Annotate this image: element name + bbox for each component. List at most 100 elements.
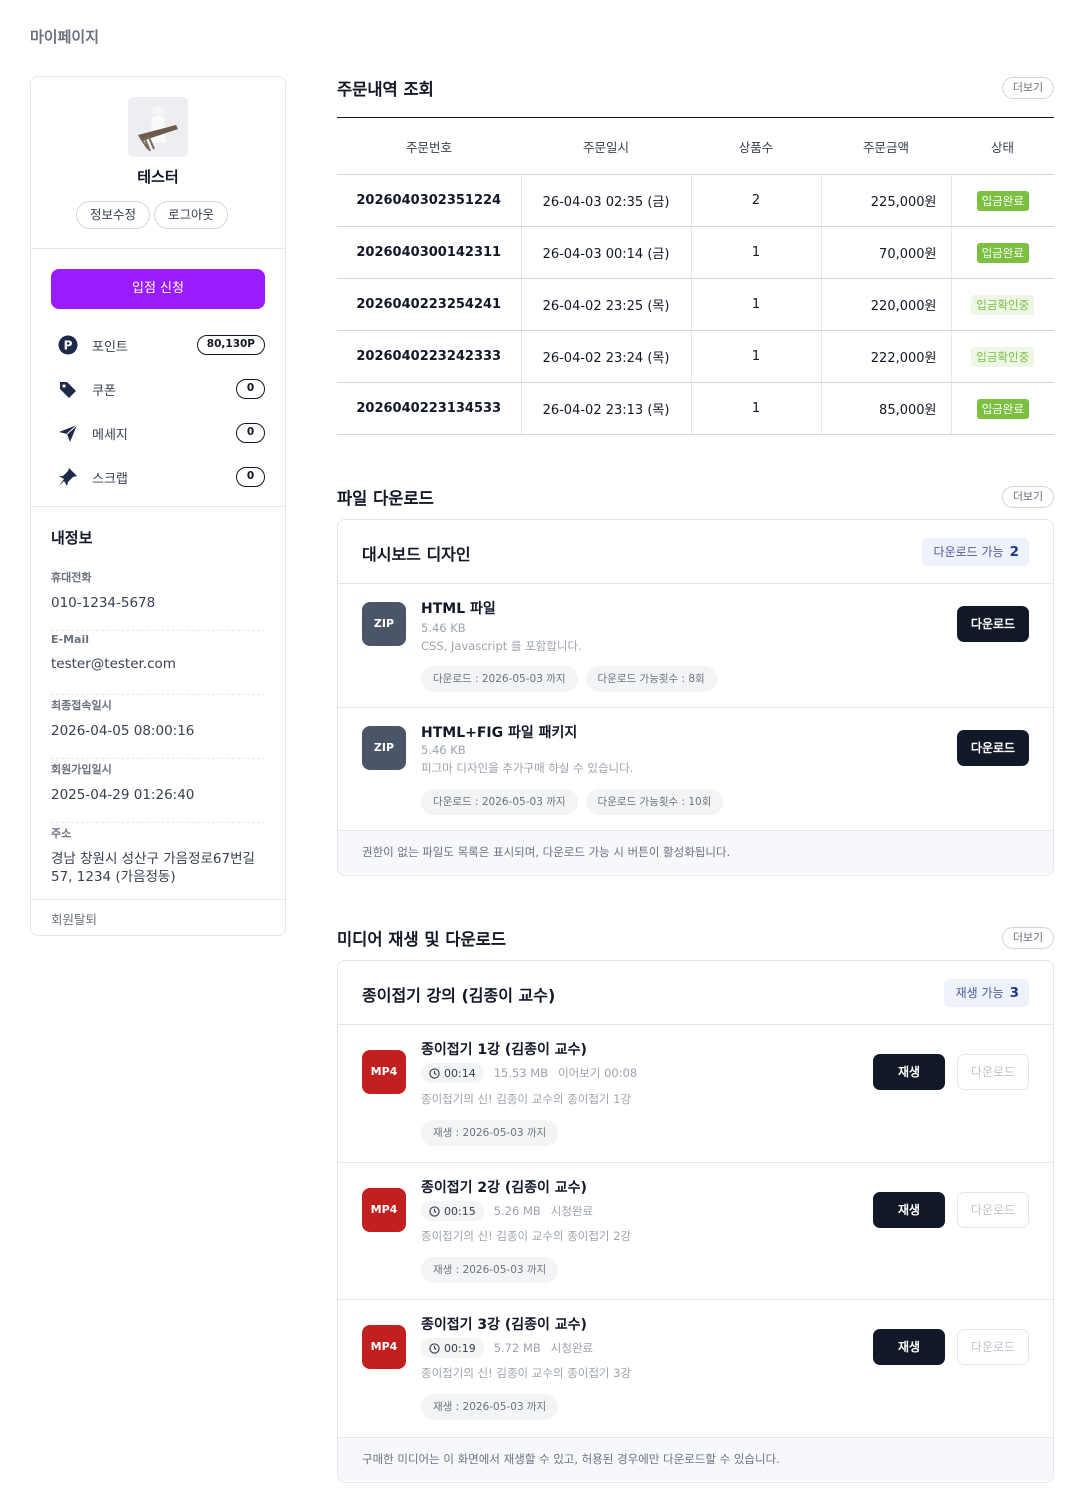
file-item: ZIP HTML+FIG 파일 패키지 5.46 KB 피그마 디자인을 추가구… bbox=[338, 708, 1053, 831]
order-status: 입금확인중 bbox=[950, 278, 1054, 331]
order-row[interactable]: 2026040223254241 26-04-02 23:25 (목) 1 220,0… bbox=[337, 278, 1054, 331]
media-title: 미디어 재생 및 다운로드 bbox=[337, 930, 507, 949]
download-count-tag: 다운로드 가능횟수 : 10회 bbox=[585, 789, 724, 815]
order-amount: 70,000원 bbox=[820, 226, 951, 279]
duration-pill: 00:15 bbox=[421, 1201, 484, 1221]
duration-pill: 00:14 bbox=[421, 1063, 484, 1083]
media-download-button[interactable]: 다운로드 bbox=[957, 1192, 1029, 1228]
order-date: 26-04-02 23:13 (목) bbox=[520, 382, 691, 435]
svg-text:P: P bbox=[64, 339, 73, 353]
media-state: 시청완료 bbox=[550, 1341, 594, 1355]
menu-item-message[interactable]: 메세지 0 bbox=[51, 411, 265, 455]
scrap-count: 0 bbox=[236, 467, 265, 487]
media-state: 이어보기 00:08 bbox=[558, 1066, 638, 1080]
logout-button[interactable]: 로그아웃 bbox=[154, 201, 229, 229]
download-button[interactable]: 다운로드 bbox=[957, 606, 1029, 642]
media-desc: 종이접기의 신! 김종이 교수의 종이접기 2강 bbox=[421, 1229, 632, 1243]
play-expiry-tag: 재생 : 2026-05-03 까지 bbox=[421, 1394, 559, 1420]
media-card: 종이접기 강의 (김종이 교수) 재생 가능 3 MP4 종이접기 1강 (김종이… bbox=[337, 960, 1054, 1483]
download-button[interactable]: 다운로드 bbox=[957, 730, 1029, 766]
play-available-badge: 재생 가능 3 bbox=[943, 979, 1029, 1007]
files-more-button[interactable]: 더보기 bbox=[1002, 486, 1054, 508]
file-name: HTML 파일 bbox=[421, 601, 496, 617]
media-size: 15.53 MB bbox=[493, 1066, 549, 1080]
download-expiry-tag: 다운로드 : 2026-05-03 까지 bbox=[421, 789, 578, 815]
clock-icon bbox=[429, 1342, 440, 1354]
menu-item-coupon[interactable]: 쿠폰 0 bbox=[51, 367, 265, 411]
menu-list: P 포인트 80,130P 쿠폰 0 메세지 0 스크랩 0 bbox=[51, 323, 265, 499]
sidebar: 테스터 정보수정 로그아웃 입점 신청 P 포인트 80,130P 쿠폰 0 메… bbox=[30, 76, 286, 936]
info-joined: 회원가입일시 2025-04-29 01:26:40 bbox=[51, 759, 265, 823]
media-size: 5.26 MB bbox=[493, 1204, 541, 1218]
order-qty: 1 bbox=[690, 330, 821, 383]
media-desc: 종이접기의 신! 김종이 교수의 종이접기 1강 bbox=[421, 1092, 632, 1106]
media-name: 종이접기 3강 (김종이 교수) bbox=[421, 1317, 587, 1333]
order-number: 2026040302351224 bbox=[337, 174, 521, 227]
file-size: 5.46 KB bbox=[421, 743, 466, 757]
point-count: 80,130P bbox=[196, 335, 265, 355]
order-number: 2026040223242333 bbox=[337, 330, 521, 383]
play-button[interactable]: 재생 bbox=[873, 1329, 945, 1365]
order-row[interactable]: 2026040300142311 26-04-03 00:14 (금) 1 70,00… bbox=[337, 226, 1054, 279]
order-status: 입금완료 bbox=[950, 174, 1054, 227]
order-row[interactable]: 2026040223242333 26-04-02 23:24 (목) 1 222,0… bbox=[337, 330, 1054, 383]
col-order-date: 주문일시 bbox=[521, 117, 691, 175]
play-button[interactable]: 재생 bbox=[873, 1054, 945, 1090]
orders-table: 주문번호 주문일시 상품수 주문금액 상태 2026040302351224 26… bbox=[337, 117, 1054, 435]
order-amount: 222,000원 bbox=[820, 330, 951, 383]
col-qty: 상품수 bbox=[691, 117, 821, 175]
order-row[interactable]: 2026040223134533 26-04-02 23:13 (목) 1 85,00… bbox=[337, 382, 1054, 435]
download-available-badge: 다운로드 가능 2 bbox=[921, 538, 1029, 566]
info-phone: 휴대전화 010-1234-5678 bbox=[51, 567, 265, 631]
apply-store-button[interactable]: 입점 신청 bbox=[51, 269, 265, 309]
order-date: 26-04-03 00:14 (금) bbox=[520, 226, 691, 279]
info-last-login: 최종접속일시 2026-04-05 08:00:16 bbox=[51, 695, 265, 759]
status-badge: 입금확인중 bbox=[971, 294, 1035, 315]
order-status: 입금완료 bbox=[950, 226, 1054, 279]
play-expiry-tag: 재생 : 2026-05-03 까지 bbox=[421, 1120, 559, 1146]
file-item: ZIP HTML 파일 5.46 KB CSS, Javascript 를 포함… bbox=[338, 584, 1053, 708]
media-item: MP4 종이접기 2강 (김종이 교수) 00:15 5.26 MB 시청완료 … bbox=[338, 1163, 1053, 1300]
play-expiry-tag: 재생 : 2026-05-03 까지 bbox=[421, 1257, 559, 1283]
clock-icon bbox=[429, 1067, 440, 1079]
order-status: 입금완료 bbox=[950, 382, 1054, 435]
order-date: 26-04-03 02:35 (금) bbox=[520, 174, 691, 227]
orders-title: 주문내역 조회 bbox=[337, 80, 434, 99]
play-button[interactable]: 재생 bbox=[873, 1192, 945, 1228]
order-date: 26-04-02 23:25 (목) bbox=[520, 278, 691, 331]
mp4-icon: MP4 bbox=[362, 1188, 406, 1232]
withdraw-link[interactable]: 회원탈퇴 bbox=[51, 909, 97, 928]
media-name: 종이접기 1강 (김종이 교수) bbox=[421, 1042, 587, 1058]
orders-header-row: 주문번호 주문일시 상품수 주문금액 상태 bbox=[337, 117, 1054, 175]
media-download-button[interactable]: 다운로드 bbox=[957, 1054, 1029, 1090]
status-badge: 입금확인중 bbox=[971, 346, 1035, 367]
menu-item-scrap[interactable]: 스크랩 0 bbox=[51, 455, 265, 499]
coupon-count: 0 bbox=[236, 379, 265, 399]
menu-item-point[interactable]: P 포인트 80,130P bbox=[51, 323, 265, 367]
status-badge: 입금완료 bbox=[976, 242, 1029, 263]
order-date: 26-04-02 23:24 (목) bbox=[520, 330, 691, 383]
media-card-title: 종이접기 강의 (김종이 교수) bbox=[362, 986, 556, 1005]
duration-pill: 00:19 bbox=[421, 1338, 484, 1358]
order-status: 입금확인중 bbox=[950, 330, 1054, 383]
order-number: 2026040223254241 bbox=[337, 278, 521, 331]
avatar bbox=[128, 97, 188, 157]
order-qty: 2 bbox=[690, 174, 821, 227]
message-count: 0 bbox=[236, 423, 265, 443]
file-card-title: 대시보드 디자인 bbox=[362, 545, 471, 564]
media-download-button[interactable]: 다운로드 bbox=[957, 1329, 1029, 1365]
edit-profile-button[interactable]: 정보수정 bbox=[76, 201, 151, 229]
order-amount: 220,000원 bbox=[820, 278, 951, 331]
clock-icon bbox=[429, 1205, 440, 1217]
media-desc: 종이접기의 신! 김종이 교수의 종이접기 3강 bbox=[421, 1366, 632, 1380]
order-row[interactable]: 2026040302351224 26-04-03 02:35 (금) 2 225,0… bbox=[337, 174, 1054, 227]
orders-more-button[interactable]: 더보기 bbox=[1002, 77, 1054, 99]
order-number: 2026040223134533 bbox=[337, 382, 521, 435]
download-count-tag: 다운로드 가능횟수 : 8회 bbox=[585, 666, 717, 692]
status-badge: 입금완료 bbox=[976, 398, 1029, 419]
file-card: 대시보드 디자인 다운로드 가능 2 ZIP HTML 파일 5.46 KB CS… bbox=[337, 519, 1054, 876]
media-more-button[interactable]: 더보기 bbox=[1002, 927, 1054, 949]
info-address: 주소 경남 창원시 성산구 가음정로67번길 57, 1234 (가음정동) bbox=[51, 827, 255, 885]
file-desc: 피그마 디자인을 추가구매 하실 수 있습니다. bbox=[421, 761, 634, 775]
status-badge: 입금완료 bbox=[976, 190, 1029, 211]
